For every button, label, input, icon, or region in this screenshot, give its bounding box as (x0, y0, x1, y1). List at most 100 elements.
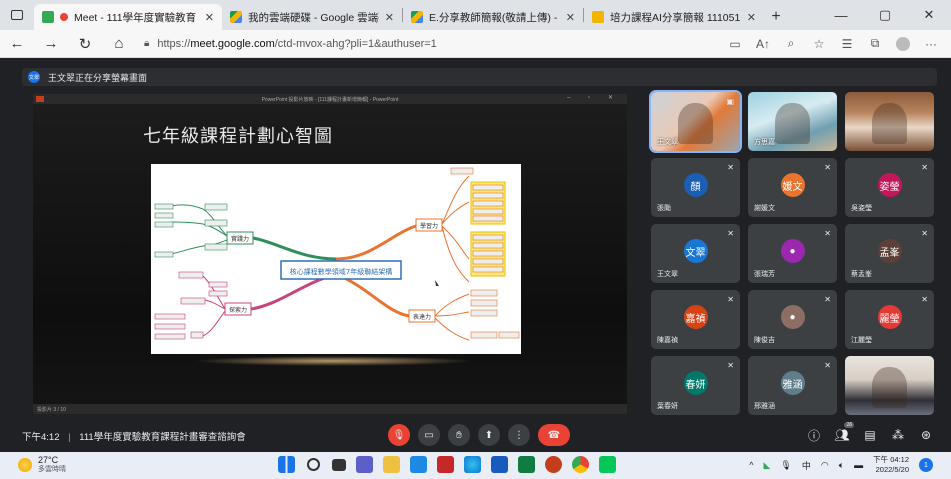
slide-title: 七年級課程計劃心智圖 (143, 126, 333, 146)
reload-icon[interactable]: ↻ (68, 30, 102, 58)
mic-tray-icon[interactable]: 🎙︎ (780, 460, 791, 471)
participant-tile[interactable]: ● ✕ 陳俊吉 (748, 290, 837, 349)
notification-badge[interactable]: 1 (919, 458, 933, 472)
weather-widget[interactable]: 27°C 多雲時晴 (18, 455, 66, 474)
volume-icon[interactable]: 🔈︎ (839, 460, 844, 471)
chrome-icon[interactable] (572, 456, 589, 473)
system-tray: ^ ◣ 🎙︎ 中 ◠ 🔈︎ ▬ 下午 04:12 2022/5/20 1 (749, 455, 933, 475)
new-tab-button[interactable]: + (764, 4, 788, 30)
windows-taskbar: 27°C 多雲時晴 ^ ◣ 🎙︎ 中 ◠ 🔈︎ ▬ 下午 04:12 2022/… (0, 452, 951, 479)
read-aloud-icon[interactable]: A↑ (749, 33, 777, 55)
weather-icon (18, 457, 32, 472)
participant-name: 江麗瑩 (851, 337, 872, 344)
svg-text:探索力: 探索力 (229, 306, 247, 314)
task-view-icon[interactable] (332, 459, 346, 471)
meeting-divider: | (68, 432, 71, 443)
meeting-info-icon[interactable]: ⓘ (807, 427, 821, 443)
close-tab-icon[interactable]: ✕ (747, 11, 756, 24)
participant-tile[interactable]: 姿瑩 ✕ 吳姿瑩 (845, 158, 934, 217)
camera-button[interactable]: ▭ (418, 424, 440, 446)
collections-icon[interactable]: ⧉ (861, 33, 889, 55)
ppt-status-bar: 投影片 3 / 10 (33, 404, 627, 414)
participant-tile[interactable]: 嘉禎 ✕ 陳嘉禎 (651, 290, 740, 349)
raise-hand-button[interactable]: ✋︎ (448, 424, 470, 446)
participant-name: 王文翠 (657, 271, 678, 278)
participant-name: 方思嘉 (754, 139, 775, 146)
edge-icon[interactable] (464, 456, 481, 473)
app-shield-icon[interactable] (437, 456, 454, 473)
tab-drive[interactable]: 我的雲端硬碟 - Google 雲端硬碟 ✕ (222, 4, 402, 30)
tab-title: E.分享教師簡報(敬請上傳) - Go (429, 11, 560, 24)
mic-off-button[interactable]: 🎙︎ (388, 424, 410, 446)
favorites-list-icon[interactable]: ☰ (833, 33, 861, 55)
participant-tile[interactable]: ● ✕ 張瑞芳 (748, 224, 837, 283)
weather-temp: 27°C (38, 455, 59, 465)
powerpoint-icon[interactable] (545, 456, 562, 473)
leave-call-button[interactable]: ☎︎ (538, 424, 570, 446)
more-options-button[interactable]: ⋮ (508, 424, 530, 446)
participant-name: 張瑞芳 (754, 271, 775, 278)
participant-tile[interactable]: 孟峯 ✕ 蔡孟峯 (845, 224, 934, 283)
participant-tile[interactable]: 媛文 ✕ 謝媛文 (748, 158, 837, 217)
host-controls-icon[interactable]: ⊛ (919, 427, 933, 443)
clock[interactable]: 下午 04:12 2022/5/20 (873, 455, 909, 475)
favorite-star-icon[interactable]: ☆ (805, 33, 833, 55)
start-icon[interactable] (278, 456, 295, 473)
clock-date: 2022/5/20 (875, 465, 909, 474)
chat-icon[interactable]: ▤ (863, 427, 877, 443)
meet-stage: 文翠 王文翠正在分享螢幕畫面 PowerPoint 投影片放映 - [111課程… (0, 58, 951, 452)
close-tab-icon[interactable]: ✕ (205, 11, 214, 24)
tab-meet[interactable]: Meet - 111學年度實驗教育 ✕ (34, 4, 222, 30)
maximize-icon[interactable]: ▢ (863, 0, 907, 30)
center-controls: 🎙︎ ▭ ✋︎ ⬆ ⋮ ☎︎ (388, 424, 570, 446)
participant-tile[interactable]: ▣ 王文翠 (649, 90, 742, 153)
more-menu-icon[interactable]: ··· (917, 33, 945, 55)
participant-tile[interactable]: 顏 ✕ 張颱 (651, 158, 740, 217)
file-explorer-icon[interactable] (383, 456, 400, 473)
tab-actions-button[interactable] (0, 0, 34, 30)
participant-tile[interactable] (845, 92, 934, 151)
participant-video (677, 102, 714, 144)
close-tab-icon[interactable]: ✕ (566, 11, 575, 24)
participant-tile[interactable]: 文翠 ✕ 王文翠 (651, 224, 740, 283)
zoom-icon[interactable]: ⌕ (777, 33, 805, 55)
participant-tile[interactable]: 麗瑩 ✕ 江麗瑩 (845, 290, 934, 349)
profile-avatar[interactable] (889, 33, 917, 55)
store-icon[interactable] (410, 456, 427, 473)
muted-mic-icon: ▣ (726, 97, 734, 106)
teams-chat-icon[interactable] (356, 456, 373, 473)
muted-mic-icon: ✕ (727, 361, 734, 370)
tray-overflow-icon[interactable]: ^ (749, 460, 753, 470)
word-icon[interactable] (491, 456, 508, 473)
excel-icon[interactable] (518, 456, 535, 473)
activities-icon[interactable]: ⁂ (891, 427, 905, 443)
ime-indicator[interactable]: 中 (802, 459, 811, 472)
participant-name: 陳俊吉 (754, 337, 775, 344)
tab-ppt[interactable]: 培力課程AI分享簡報 1110516.pp ✕ (584, 4, 764, 30)
tab-slides-share[interactable]: E.分享教師簡報(敬請上傳) - Go ✕ (403, 4, 583, 30)
participant-tile[interactable]: 春妍 ✕ 葉春妍 (651, 356, 740, 415)
close-window-icon[interactable]: ✕ (907, 0, 951, 30)
home-icon[interactable]: ⌂ (102, 30, 136, 58)
tab-actions-icon (11, 10, 23, 20)
minimize-icon[interactable]: — (819, 0, 863, 30)
close-tab-icon[interactable]: ✕ (385, 11, 394, 24)
participant-tile[interactable] (845, 356, 934, 415)
search-icon[interactable] (307, 458, 320, 471)
participant-tile[interactable]: 雅涵 ✕ 邢雅涵 (748, 356, 837, 415)
participant-avatar: 麗瑩 (877, 305, 902, 330)
back-icon[interactable]: ← (0, 30, 34, 58)
participant-tile[interactable]: ⊘ 方思嘉 (748, 92, 837, 151)
forward-icon[interactable]: → (34, 30, 68, 58)
network-app-icon[interactable]: ◣ (764, 460, 771, 471)
presenter-avatar: 文翠 (28, 71, 40, 83)
battery-icon[interactable]: ▬ (854, 460, 863, 470)
wifi-icon[interactable]: ◠ (821, 460, 829, 471)
people-icon[interactable]: 👥︎ 16 (834, 422, 854, 443)
present-button[interactable]: ⬆ (478, 424, 500, 446)
camera-in-use-icon[interactable]: ▭ (721, 33, 749, 55)
participant-avatar: 嘉禎 (683, 305, 708, 330)
url-field[interactable]: 🔒︎ https://meet.google.com/ctd-mvox-ahg?… (136, 33, 721, 55)
line-icon[interactable] (599, 456, 616, 473)
url-prefix: https:// (157, 37, 191, 50)
